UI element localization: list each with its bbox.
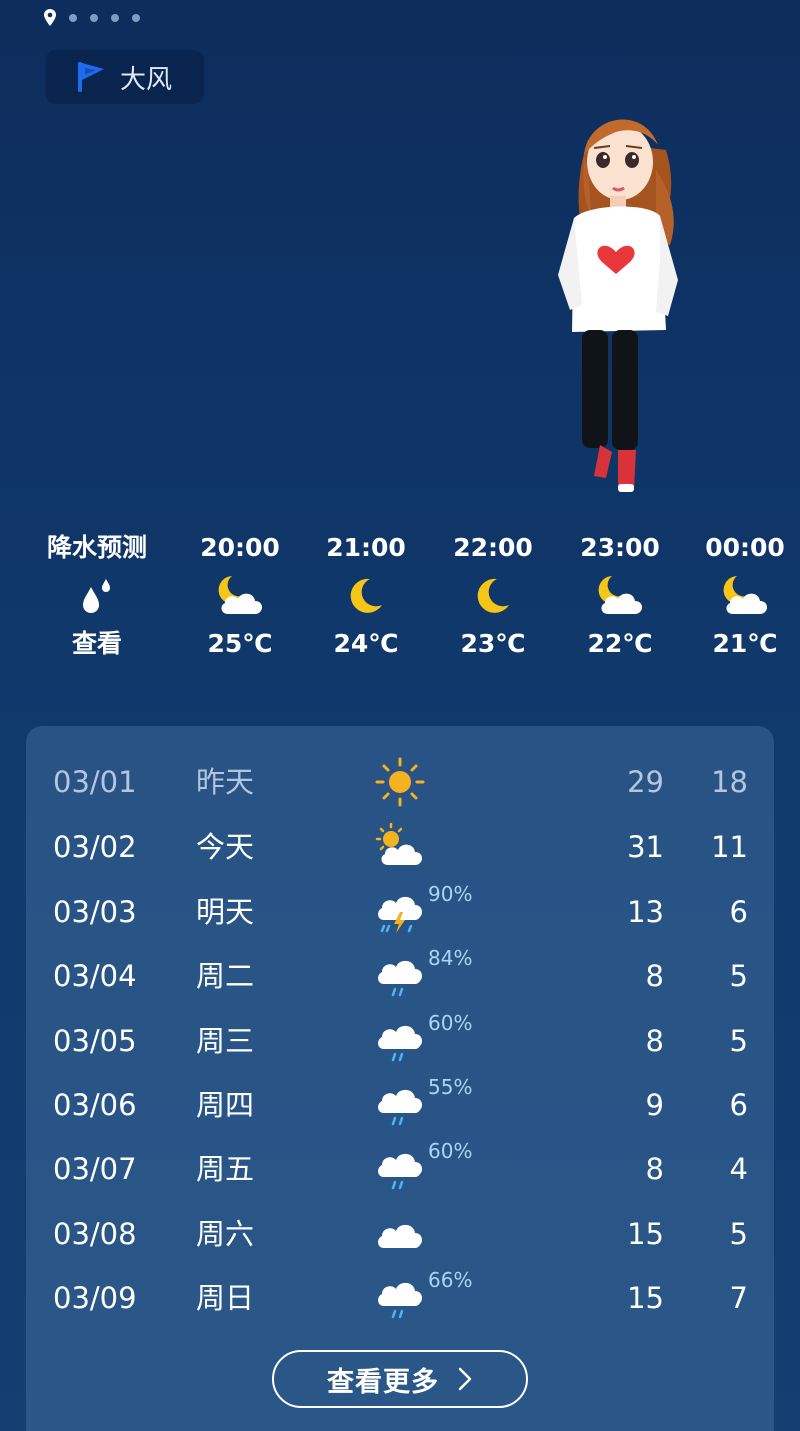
forecast-row[interactable]: 03/02 今天 31 11 [26,815,774,879]
avatar [558,119,678,492]
hour-temperature: 24℃ [333,629,399,658]
high-temperature: 8 [645,1024,664,1058]
precipitation-probability: 90% [428,882,473,906]
rain-icon [378,1153,423,1190]
precipitation-label: 降水预测 [46,533,147,562]
forecast-row[interactable]: 03/07 周五 60% 8 4 [26,1137,774,1201]
forecast-date: 03/05 [53,1024,137,1058]
forecast-date: 03/04 [53,959,137,993]
hourly-item: 23:00 22℃ [565,530,675,680]
forecast-date: 03/08 [53,1217,137,1251]
precipitation-probability: 60% [428,1139,473,1163]
forecast-day: 周二 [196,959,255,993]
location-pin-icon [44,9,56,26]
high-temperature: 29 [627,765,664,799]
page-indicator [44,8,140,28]
hourly-item: 21:00 24℃ [311,530,421,680]
precipitation-probability: 84% [428,946,473,970]
partly-cloudy-night-icon [218,576,263,614]
forecast-date: 03/07 [53,1152,137,1186]
forecast-day: 周日 [196,1281,255,1315]
low-temperature: 11 [711,830,748,864]
forecast-row[interactable]: 03/05 周三 60% 8 5 [26,1009,774,1073]
high-temperature: 9 [645,1088,664,1122]
forecast-day: 周三 [196,1024,255,1058]
forecast-day: 今天 [196,830,255,864]
partly-cloudy-night-icon [723,576,768,614]
rain-icon [378,960,423,997]
partly-cloudy-night-icon [598,576,643,614]
hour-time: 21:00 [326,533,406,562]
hour-time: 22:00 [453,533,533,562]
forecast-row[interactable]: 03/04 周二 84% 8 5 [26,944,774,1008]
page-dot[interactable] [90,14,98,22]
hourly-item: 00:00 21℃ [690,530,800,680]
hour-temperature: 25℃ [207,629,273,658]
hour-time: 20:00 [200,533,280,562]
page-dot[interactable] [69,14,77,22]
rain-icon [378,1089,423,1126]
forecast-day: 明天 [196,895,255,929]
low-temperature: 7 [729,1281,748,1315]
thunderstorm-icon [378,896,423,933]
low-temperature: 18 [711,765,748,799]
low-temperature: 5 [729,1024,748,1058]
high-temperature: 8 [645,959,664,993]
hourly-item: 22:00 23℃ [438,530,548,680]
precipitation-probability: 55% [428,1075,473,1099]
hourly-forecast: 降水预测 查看 20:00 25℃ 21:00 24℃ 22:00 23℃ 23… [0,530,800,680]
page-dot[interactable] [132,14,140,22]
forecast-row[interactable]: 03/03 明天 90% 13 6 [26,880,774,944]
low-temperature: 5 [729,959,748,993]
forecast-row[interactable]: 03/08 周六 15 5 [26,1202,774,1266]
alert-label: 大风 [120,64,173,95]
forecast-date: 03/03 [53,895,137,929]
precipitation-probability: 60% [428,1011,473,1035]
weather-alert-chip[interactable]: 大风 [46,50,204,104]
hour-temperature: 22℃ [587,629,653,658]
forecast-day: 周六 [196,1217,255,1251]
forecast-date: 03/06 [53,1088,137,1122]
forecast-row[interactable]: 03/09 周日 66% 15 7 [26,1266,774,1330]
crescent-moon-icon [477,578,509,613]
forecast-row[interactable]: 03/01 昨天 29 18 [26,750,774,814]
flag-icon [78,62,104,92]
rain-icon [378,1025,423,1062]
hour-temperature: 23℃ [460,629,526,658]
low-temperature: 4 [729,1152,748,1186]
daily-forecast-card: 03/01 昨天 29 18 03/02 今天 31 11 03/03 明天 9… [26,726,774,1431]
sun-icon [375,757,425,807]
forecast-row[interactable]: 03/06 周四 55% 9 6 [26,1073,774,1137]
crescent-moon-icon [350,578,382,613]
view-more-label: 查看更多 [327,1366,439,1398]
hour-time: 23:00 [580,533,660,562]
high-temperature: 8 [645,1152,664,1186]
high-temperature: 15 [627,1281,664,1315]
chevron-right-icon [458,1367,472,1391]
low-temperature: 6 [729,895,748,929]
view-precipitation-link[interactable]: 查看 [42,624,152,664]
hour-time: 00:00 [705,533,785,562]
forecast-day: 周五 [196,1152,255,1186]
low-temperature: 6 [729,1088,748,1122]
forecast-date: 03/02 [53,830,137,864]
high-temperature: 15 [627,1217,664,1251]
view-more-button[interactable]: 查看更多 [272,1350,528,1408]
cloud-icon [378,1224,423,1248]
precipitation-probability: 66% [428,1268,473,1292]
forecast-day: 昨天 [196,765,255,799]
high-temperature: 13 [627,895,664,929]
forecast-date: 03/01 [53,765,137,799]
raindrops-icon [83,579,110,613]
precipitation-forecast[interactable]: 降水预测 查看 [42,530,152,680]
rain-icon [378,1282,423,1319]
high-temperature: 31 [627,830,664,864]
hour-temperature: 21℃ [712,629,778,658]
page-dot[interactable] [111,14,119,22]
low-temperature: 5 [729,1217,748,1251]
forecast-day: 周四 [196,1088,255,1122]
forecast-date: 03/09 [53,1281,137,1315]
hourly-item: 20:00 25℃ [185,530,295,680]
partly-cloudy-day-icon [375,822,423,865]
